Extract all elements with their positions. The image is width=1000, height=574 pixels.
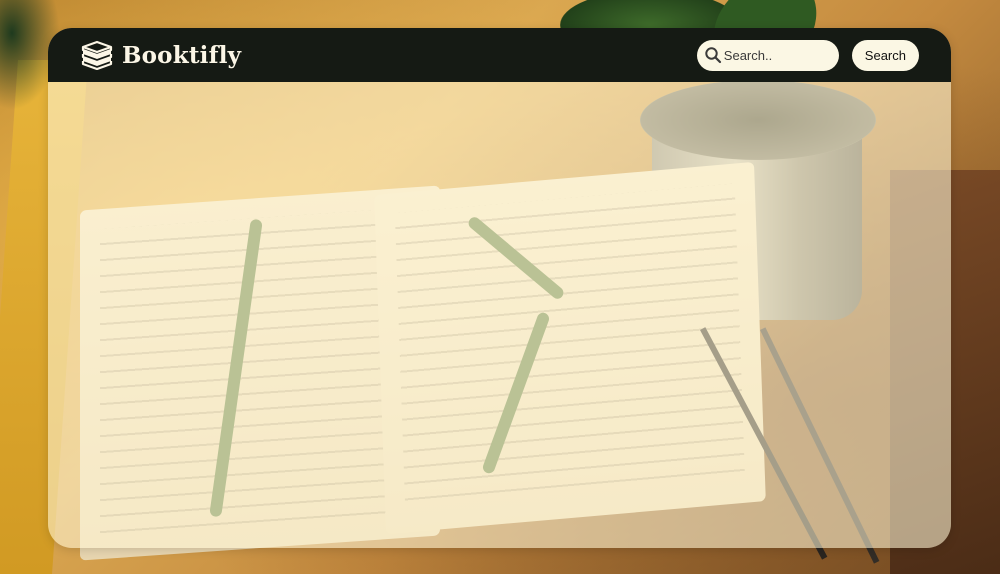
- search-area: Search: [696, 39, 919, 71]
- search-button[interactable]: Search: [851, 39, 919, 71]
- page-root: Booktifly Search: [0, 0, 1000, 574]
- content-area: [48, 82, 951, 548]
- main-card: Booktifly Search: [48, 28, 951, 548]
- brand-logo[interactable]: Booktifly: [80, 40, 241, 70]
- search-icon: [704, 46, 722, 64]
- search-box[interactable]: [696, 39, 839, 71]
- navbar: Booktifly Search: [48, 28, 951, 82]
- book-stack-icon: [80, 40, 114, 70]
- brand-name: Booktifly: [122, 41, 242, 69]
